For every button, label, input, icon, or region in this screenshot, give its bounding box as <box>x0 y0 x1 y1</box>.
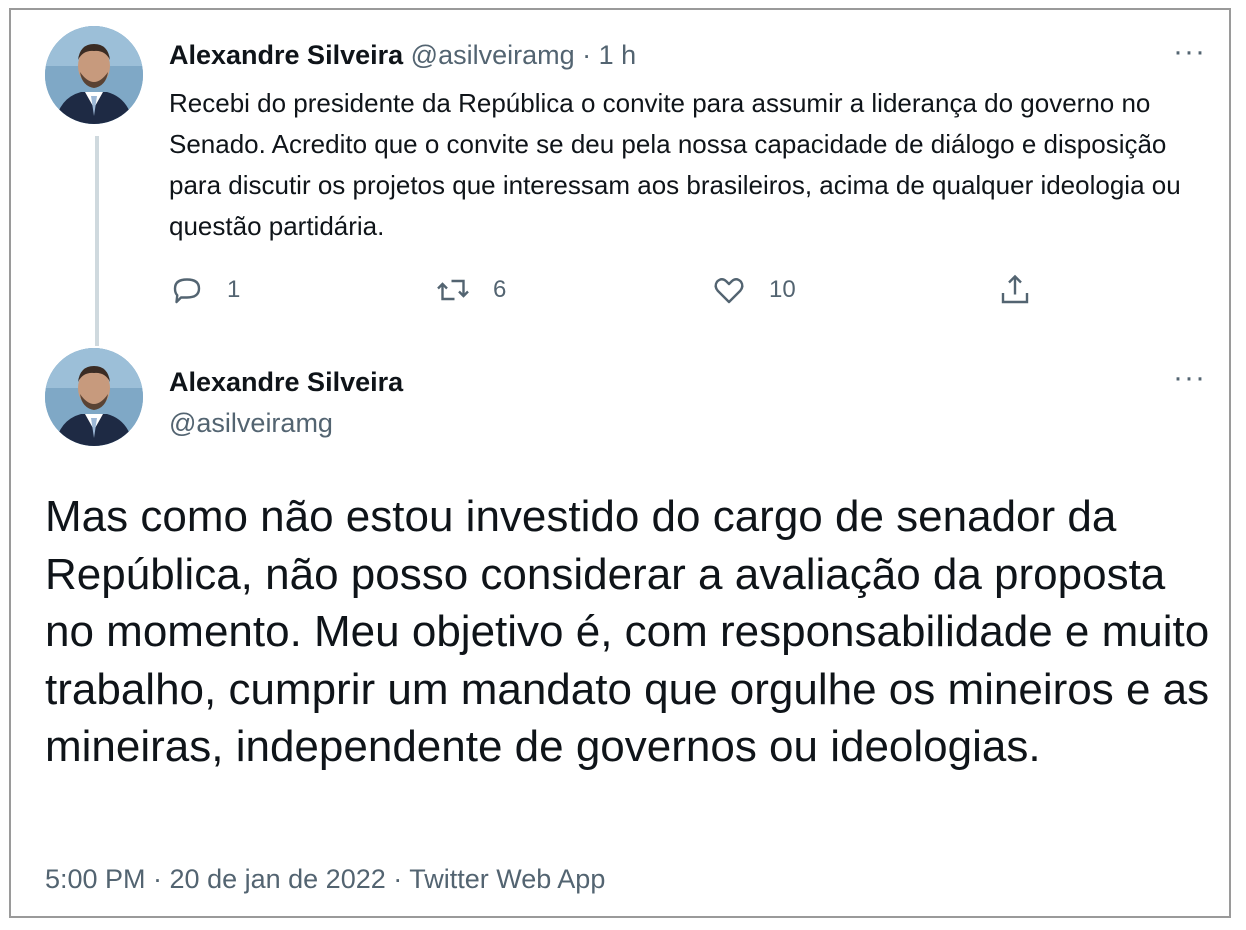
author-name[interactable]: Alexandre Silveira <box>169 40 403 70</box>
separator: · <box>582 40 592 70</box>
share-button[interactable] <box>997 272 1033 308</box>
like-button[interactable]: 10 <box>711 272 796 308</box>
tweet-time[interactable]: 1 h <box>599 40 637 70</box>
author-name[interactable]: Alexandre Silveira <box>169 367 403 398</box>
author-handle[interactable]: @asilveiramg <box>411 40 575 70</box>
reply-icon <box>173 278 201 304</box>
like-count: 10 <box>769 276 796 303</box>
retweet-count: 6 <box>493 276 507 303</box>
avatar[interactable] <box>45 348 143 446</box>
thread-line <box>95 136 99 346</box>
share-icon <box>1001 274 1029 304</box>
retweet-icon <box>437 279 469 301</box>
author-handle[interactable]: @asilveiramg <box>169 408 333 439</box>
tweet-timestamp[interactable]: 5:00 PM · 20 de jan de 2022 · Twitter We… <box>45 864 605 895</box>
reply-count: 1 <box>227 276 241 303</box>
tweet1-header: Alexandre Silveira @asilveiramg · 1 h <box>169 40 636 71</box>
like-icon <box>714 278 744 304</box>
tweet2-text: Mas como não estou investido do cargo de… <box>45 492 1210 771</box>
tweet-frame: Alexandre Silveira @asilveiramg · 1 h ··… <box>9 8 1231 918</box>
tweet1-text: Recebi do presidente da República o conv… <box>169 88 1181 241</box>
more-icon[interactable]: ··· <box>1173 37 1206 67</box>
reply-button[interactable]: 1 <box>169 272 240 308</box>
retweet-button[interactable]: 6 <box>435 272 506 308</box>
avatar[interactable] <box>45 26 143 124</box>
more-icon[interactable]: ··· <box>1173 363 1206 393</box>
